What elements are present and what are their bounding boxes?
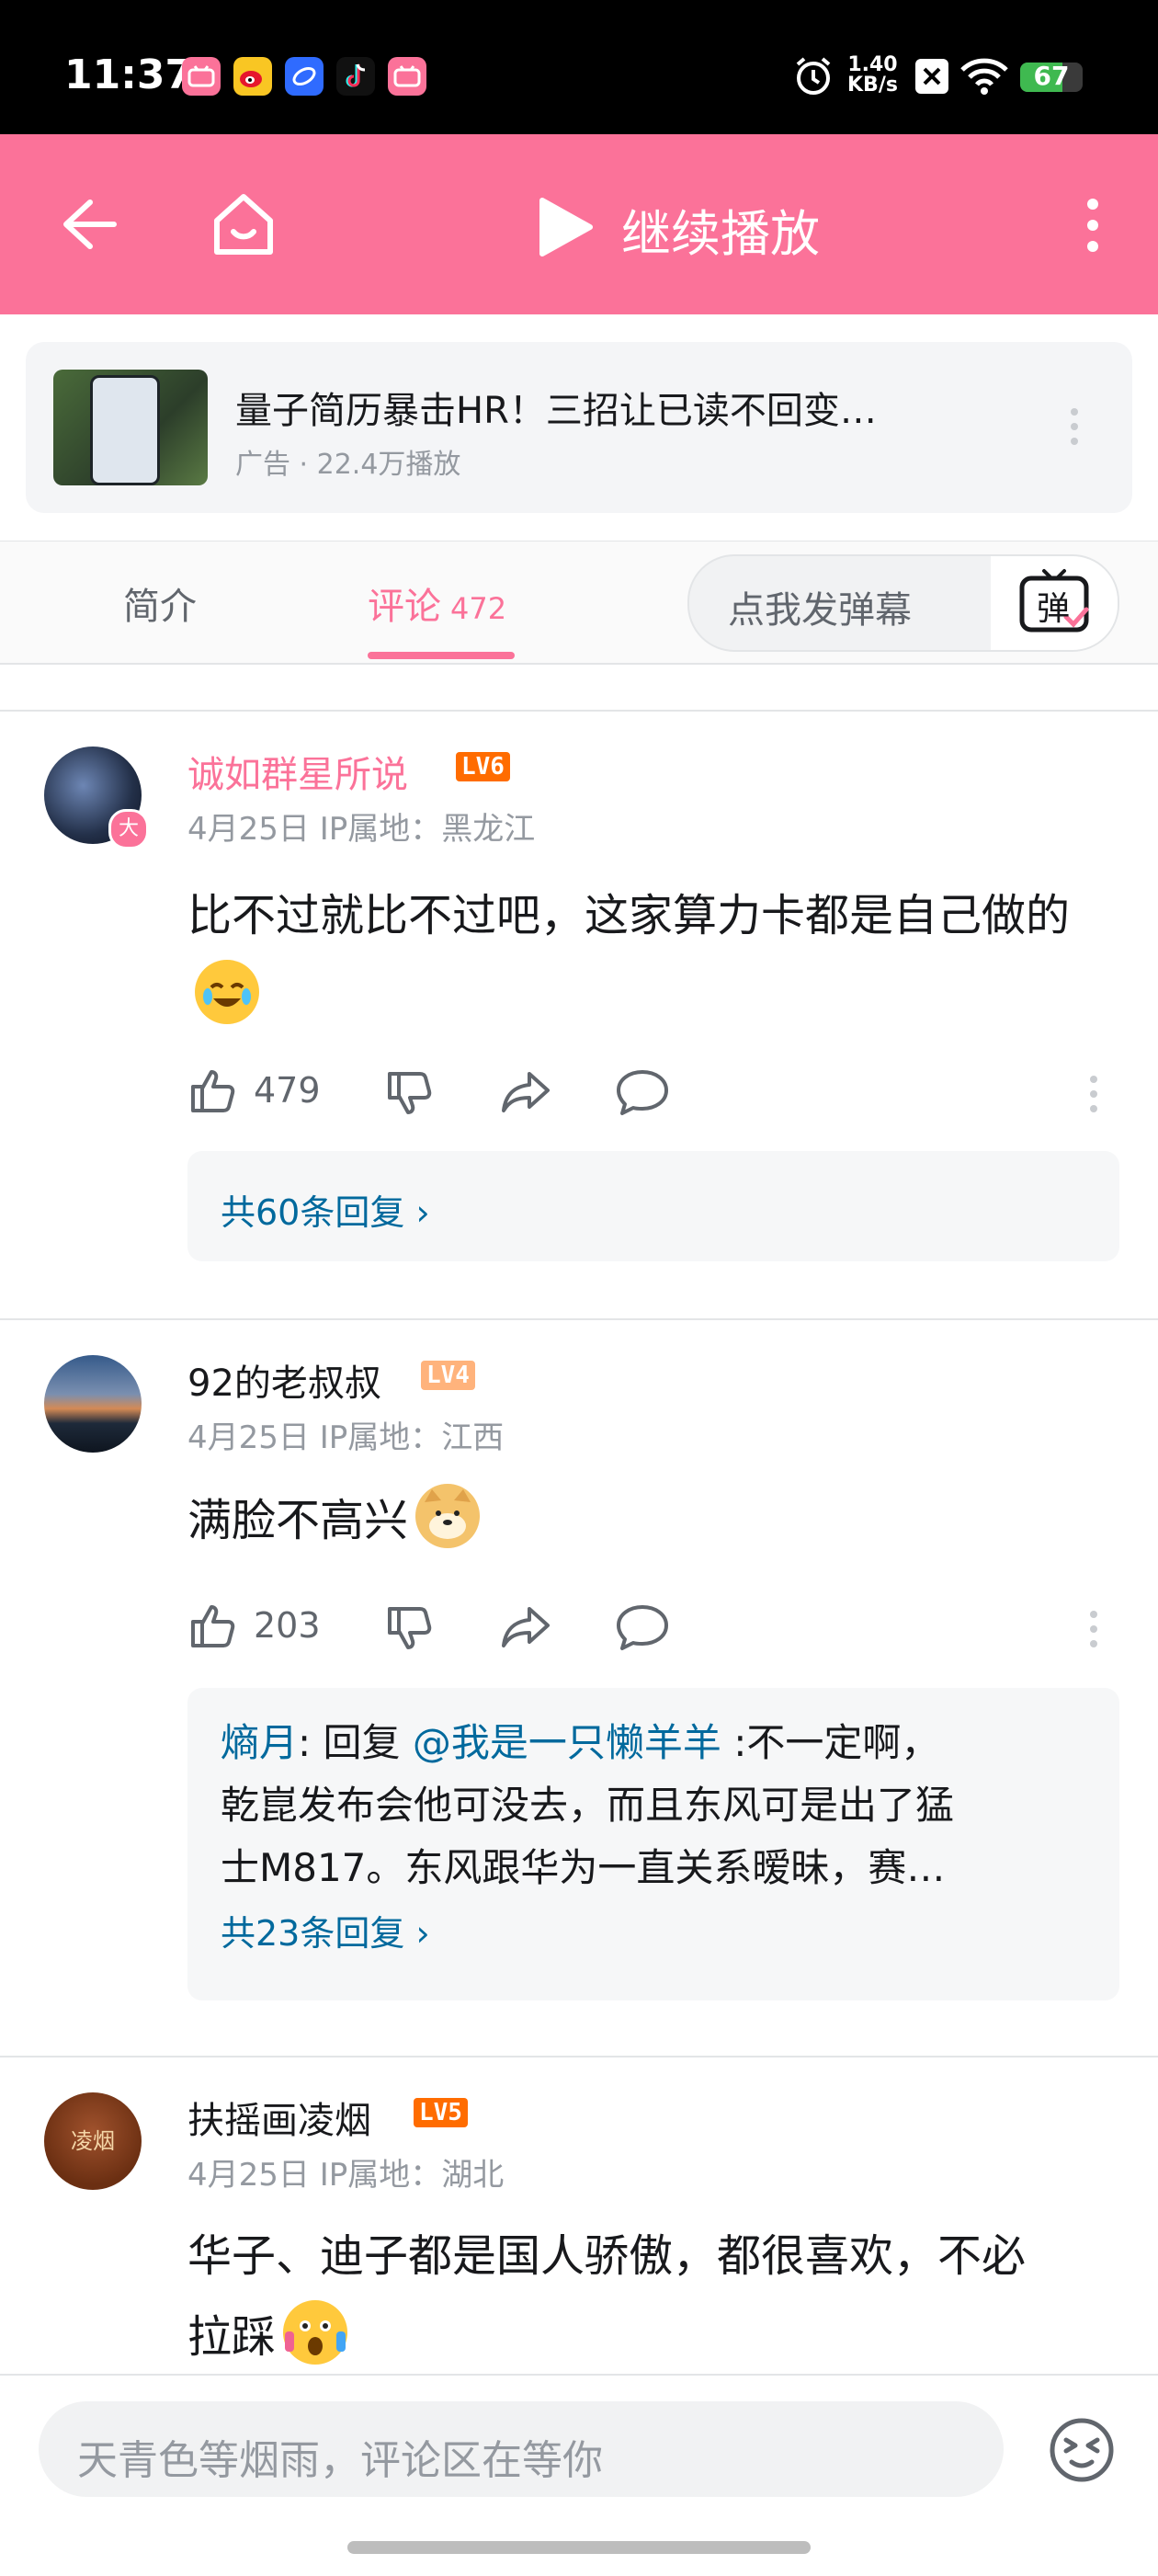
tab-intro[interactable]: 简介: [123, 576, 197, 630]
bottom-bar: 天青色等烟雨，评论区在等你: [0, 2374, 1158, 2576]
username[interactable]: 诚如群星所说: [187, 745, 408, 798]
like-icon[interactable]: [187, 1600, 239, 1655]
like-count: 203: [254, 1605, 321, 1646]
level-badge: LV6: [456, 752, 510, 781]
status-bar: 11:37 1.40 KB/s 67: [0, 0, 1158, 134]
more-icon[interactable]: [1083, 197, 1103, 257]
battery-level: 67: [1033, 63, 1070, 91]
comment-meta: 4月25日 IP属地：江西: [187, 1419, 505, 1456]
comment-actions: 479: [187, 1065, 1125, 1120]
home-indicator[interactable]: [347, 2541, 811, 2554]
bilibili-icon: [388, 57, 426, 96]
share-icon[interactable]: [500, 1068, 553, 1120]
username[interactable]: 92的老叔叔: [187, 1353, 381, 1407]
dislike-icon[interactable]: [384, 1603, 436, 1658]
ad-meta: 广告 · 22.4万播放: [235, 449, 461, 481]
top-nav: 继续播放: [0, 134, 1158, 314]
share-icon[interactable]: [500, 1603, 553, 1655]
emoji-picker-icon[interactable]: [1048, 2416, 1116, 2488]
comment-actions: 203: [187, 1600, 1125, 1655]
comment-text: 比不过就比不过吧，这家算力卡都是自己做的: [187, 875, 1116, 1037]
danmaku-placeholder: 点我发弹幕: [728, 589, 912, 632]
reply-preview-text: 熵月: 回复 @我是一只懒羊羊 :不一定啊， 乾崑发布会他可没去，而且东风可是出…: [221, 1720, 955, 1890]
alarm-icon: [792, 55, 834, 101]
danmaku-icon-char: 弹: [1037, 590, 1071, 628]
bilibili-icon: [182, 57, 221, 96]
comment-text: 华子、迪子都是国人骄傲，都很喜欢，不必 拉踩: [187, 2230, 1027, 2365]
comment-text: 满脸不高兴: [187, 1480, 1116, 1561]
ad-card[interactable]: 量子简历暴击HR！三招让已读不回变… 广告 · 22.4万播放: [26, 342, 1132, 513]
active-tab-indicator: [368, 652, 515, 659]
weibo-icon: [233, 57, 272, 96]
username[interactable]: 扶摇画凌烟: [187, 2091, 371, 2144]
wifi-icon: [959, 57, 1009, 99]
comments-count: 472: [450, 591, 507, 626]
comment-more-icon[interactable]: [1088, 1074, 1099, 1118]
tiktok-icon: [336, 57, 375, 96]
tab-bar: 简介 评论 472 点我发弹幕 弹: [0, 541, 1158, 665]
level-badge: LV4: [421, 1361, 475, 1390]
reply-icon[interactable]: [616, 1603, 669, 1655]
ad-title: 量子简历暴击HR！三招让已读不回变…: [235, 390, 877, 432]
ad-more-icon[interactable]: [1068, 406, 1081, 450]
tab-comments[interactable]: 评论 472: [368, 576, 506, 630]
comment-meta: 4月25日 IP属地：黑龙江: [187, 811, 536, 848]
comment-input-placeholder: 天青色等烟雨，评论区在等你: [77, 2437, 603, 2484]
comment-item: 92的老叔叔 LV4 4月25日 IP属地：江西 满脸不高兴 203 熵月: 回…: [0, 1320, 1158, 2056]
reply-summary[interactable]: 共60条回复 ›: [187, 1151, 1119, 1261]
like-count: 479: [254, 1070, 321, 1111]
avatar[interactable]: [44, 1355, 142, 1453]
like-icon[interactable]: [187, 1065, 239, 1120]
clock: 11:37: [64, 51, 194, 98]
comment-meta: 4月25日 IP属地：湖北: [187, 2157, 505, 2194]
continue-play-label[interactable]: 继续播放: [621, 193, 820, 266]
view-replies-link[interactable]: 共23条回复 ›: [221, 1905, 430, 1955]
network-speed: 1.40 KB/s: [847, 53, 898, 97]
reply-mention[interactable]: @我是一只懒羊羊: [413, 1720, 721, 1765]
home-button[interactable]: [210, 191, 278, 261]
comment-more-icon[interactable]: [1088, 1609, 1099, 1653]
battery-indicator: 67: [1020, 63, 1083, 92]
vip-badge: 大: [108, 809, 149, 849]
reply-username[interactable]: 熵月: [221, 1720, 298, 1765]
browser-icon: [285, 57, 324, 96]
play-icon[interactable]: [535, 197, 594, 261]
comment-input[interactable]: 天青色等烟雨，评论区在等你: [39, 2401, 1004, 2497]
no-sim-icon: [915, 59, 948, 94]
comment-item: 大 诚如群星所说 LV6 4月25日 IP属地：黑龙江 比不过就比不过吧，这家算…: [0, 712, 1158, 1318]
view-replies-link[interactable]: 共60条回复 ›: [221, 1184, 430, 1235]
back-button[interactable]: [57, 197, 118, 256]
laugh-cry-emoji: [195, 960, 259, 1024]
reply-preview[interactable]: 熵月: 回复 @我是一只懒羊羊 :不一定啊， 乾崑发布会他可没去，而且东风可是出…: [187, 1688, 1119, 2000]
dislike-icon[interactable]: [384, 1068, 436, 1123]
level-badge: LV5: [414, 2098, 468, 2127]
shocked-emoji: [283, 2300, 348, 2365]
danmaku-toggle[interactable]: 弹: [991, 556, 1118, 650]
ad-thumbnail: [53, 370, 208, 485]
tab-comments-label: 评论: [368, 586, 441, 628]
doge-emoji: [415, 1484, 481, 1548]
reply-icon[interactable]: [616, 1068, 669, 1120]
danmaku-input[interactable]: 点我发弹幕 弹: [687, 554, 1119, 652]
comment-item: 凌烟 扶摇画凌烟 LV5 4月25日 IP属地：湖北 华子、迪子都是国人骄傲，都…: [0, 2057, 1158, 2374]
avatar[interactable]: 凌烟: [44, 2092, 142, 2190]
